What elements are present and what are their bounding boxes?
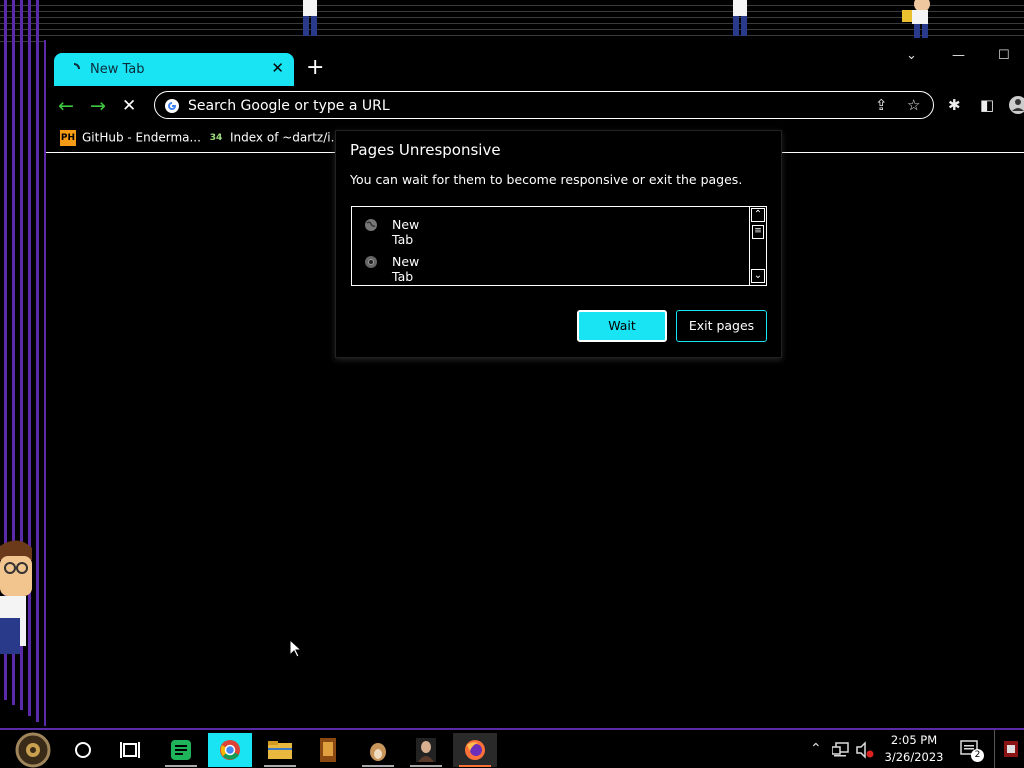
clock-date: 3/26/2023 — [884, 750, 944, 764]
google-icon — [165, 99, 179, 113]
chrome-icon — [220, 740, 240, 760]
taskbar-app-firefox[interactable] — [453, 733, 497, 767]
stop-loading-icon[interactable]: ✕ — [122, 96, 136, 116]
cartoon-figure-sprite — [303, 0, 317, 36]
taskbar-app-sheets[interactable] — [159, 733, 203, 767]
cortana-search-icon[interactable] — [74, 741, 92, 759]
app-thumbnail-icon — [320, 738, 336, 762]
running-indicator — [264, 765, 296, 767]
portrait-app-icon — [416, 738, 436, 762]
bookmark-github[interactable]: PH GitHub - Enderma... — [60, 130, 201, 146]
profile-avatar-icon[interactable] — [1008, 95, 1024, 115]
running-indicator — [410, 765, 442, 767]
back-arrow-icon[interactable]: ← — [58, 96, 74, 116]
loading-spinner-icon — [73, 63, 80, 70]
firefox-icon — [465, 740, 485, 760]
taskbar-app-portrait[interactable] — [404, 733, 448, 767]
omnibox[interactable]: Search Google or type a URL ⇪ ☆ — [154, 91, 934, 119]
start-button-icon[interactable] — [12, 732, 54, 768]
scroll-down-icon[interactable]: ⌄ — [751, 269, 765, 283]
pornhub-logo-icon: PH — [60, 130, 76, 146]
plus-icon[interactable]: + — [306, 56, 324, 80]
close-icon[interactable]: ✕ — [271, 59, 284, 77]
dialog-message: You can wait for them to become responsi… — [350, 172, 743, 187]
bookmark-index[interactable]: 34 Index of ~dartz/i... — [208, 130, 342, 146]
taskbar-app-chrome[interactable] — [208, 733, 252, 767]
page-label: New Tab — [392, 217, 420, 247]
globe-icon — [365, 219, 377, 231]
volume-muted-icon[interactable] — [856, 741, 874, 759]
cartoon-figure-sprite — [902, 0, 930, 38]
desktop: New Tab ✕ + ⌄ — ☐ ← → ✕ Search Google or… — [0, 0, 1024, 768]
extensions-puzzle-icon[interactable]: ✱ — [948, 96, 961, 114]
browser-tab[interactable]: New Tab ✕ — [54, 53, 294, 86]
window-edge — [36, 0, 39, 722]
taskbar: ⌃ 2:05 PM 3/26/2023 2 — [0, 728, 1024, 768]
scroll-up-icon[interactable]: ⌃ — [751, 208, 765, 222]
taskbar-app-file-explorer[interactable] — [258, 733, 302, 767]
side-panel-icon[interactable]: ◧ — [980, 96, 994, 114]
bookmark-star-icon[interactable]: ☆ — [907, 96, 920, 114]
running-indicator — [165, 765, 197, 767]
mouse-cursor-icon — [290, 640, 302, 658]
minimize-icon[interactable]: — — [952, 48, 965, 63]
tab-title: New Tab — [90, 62, 145, 77]
exit-pages-button[interactable]: Exit pages — [676, 310, 767, 342]
maximize-icon[interactable]: ☐ — [998, 48, 1010, 63]
omnibox-placeholder: Search Google or type a URL — [188, 98, 390, 114]
bookmark-label: Index of ~dartz/i... — [230, 130, 343, 145]
app-tray-icon[interactable] — [1004, 741, 1018, 757]
clock-time: 2:05 PM — [890, 733, 938, 747]
scroll-thumb[interactable]: ≡ — [752, 225, 764, 239]
chevron-down-icon[interactable]: ⌄ — [906, 48, 917, 63]
pages-unresponsive-dialog: Pages Unresponsive You can wait for them… — [335, 130, 782, 358]
running-indicator — [459, 765, 491, 767]
hamster-app-icon — [370, 743, 386, 761]
list-scrollbar[interactable]: ⌃ ≡ ⌄ — [749, 207, 766, 285]
bookmark-label: GitHub - Enderma... — [82, 130, 201, 145]
taskbar-app-hamster[interactable] — [356, 733, 400, 767]
cartoon-man-sprite — [0, 540, 32, 654]
taskbar-app-media[interactable] — [306, 733, 350, 767]
task-view-icon[interactable] — [120, 740, 142, 760]
system-clock[interactable]: 2:05 PM 3/26/2023 — [876, 732, 952, 766]
page-label: New Tab — [392, 254, 420, 284]
green-chat-app-icon — [171, 740, 191, 760]
browser-toolbar: ← → ✕ Search Google or type a URL ⇪ ☆ ✱ … — [46, 90, 1024, 122]
network-icon[interactable] — [832, 742, 850, 758]
dialog-title: Pages Unresponsive — [350, 141, 501, 159]
desktop-background-stripes — [0, 0, 1024, 44]
share-icon[interactable]: ⇪ — [875, 96, 888, 114]
unresponsive-pages-list: New Tab New Tab ⌃ ≡ ⌄ — [351, 206, 767, 286]
forward-arrow-icon[interactable]: → — [90, 96, 106, 116]
folder-icon — [268, 741, 292, 759]
chevron-up-icon[interactable]: ⌃ — [810, 741, 822, 757]
cartoon-figure-sprite — [733, 0, 747, 36]
chrome-icon — [365, 256, 377, 268]
running-indicator — [362, 765, 394, 767]
wait-button[interactable]: Wait — [577, 310, 667, 342]
notification-count-badge: 2 — [971, 749, 984, 762]
show-desktop-divider — [994, 730, 995, 768]
site-favicon-icon: 34 — [209, 133, 223, 143]
